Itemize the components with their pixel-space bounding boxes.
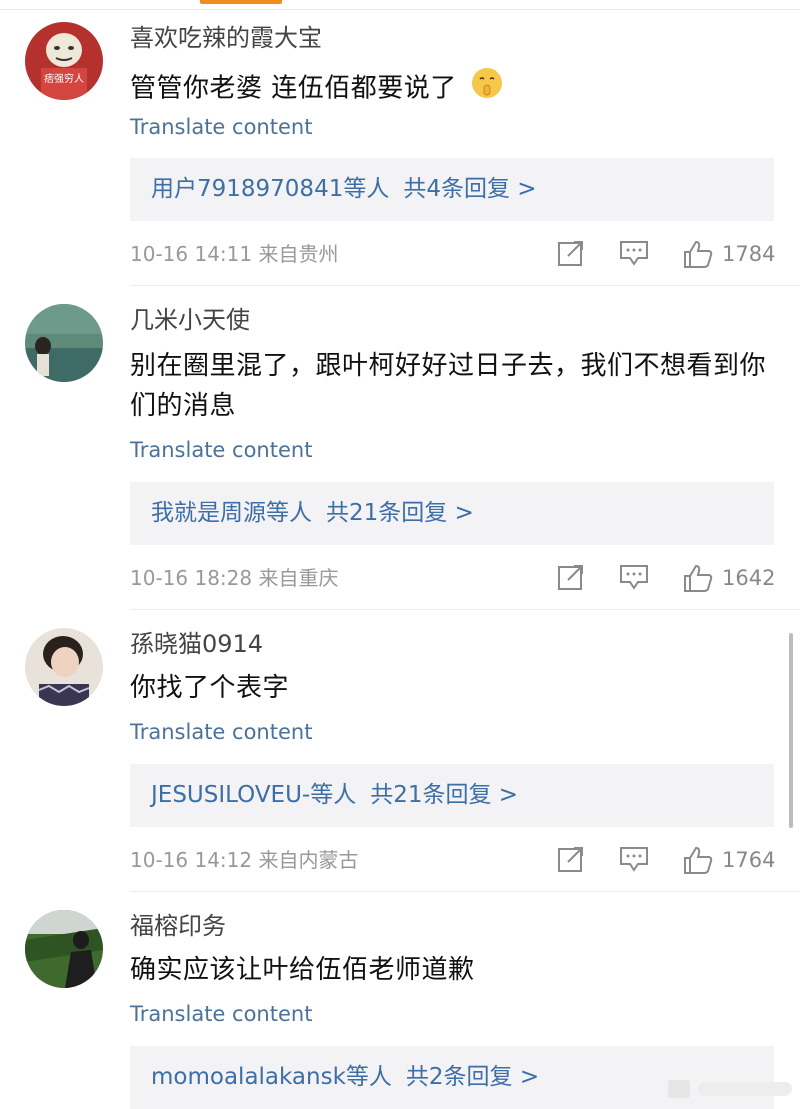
divider (0, 9, 800, 10)
comment-text: 你找了个表字 (130, 673, 290, 703)
comment-icon[interactable] (618, 844, 650, 878)
reply-user-link[interactable]: 用户7918970841 (151, 176, 343, 202)
comment-meta: 10-16 14:12 来自内蒙古 (130, 848, 359, 872)
like-count: 1764 (722, 848, 776, 872)
comment-item: 孫晓猫0914 你找了个表字 Translate content JESUSIL… (0, 628, 800, 892)
reply-count-link[interactable]: 共21条回复 > (326, 500, 474, 526)
like-count: 1642 (722, 566, 776, 590)
translate-link[interactable]: Translate content (130, 718, 312, 746)
share-icon[interactable] (556, 238, 586, 272)
translate-link[interactable]: Translate content (130, 113, 312, 141)
comment-actions: 1764 (556, 844, 776, 876)
reply-suffix: 等人 (266, 500, 312, 526)
avatar[interactable] (25, 910, 103, 988)
avatar-image (25, 910, 103, 988)
comment-actions: 1784 (556, 238, 776, 270)
scrollbar[interactable] (789, 633, 793, 828)
reply-count-link[interactable]: 共21条回复 > (370, 782, 518, 808)
top-tab-indicator-bar (0, 0, 800, 10)
avatar-image (25, 304, 103, 382)
avatar[interactable] (25, 628, 103, 706)
reply-count-link[interactable]: 共2条回复 > (406, 1064, 539, 1090)
avatar-image (25, 628, 103, 706)
share-icon[interactable] (556, 844, 586, 878)
shushing-face-emoji-icon (470, 66, 504, 112)
reply-user-link[interactable]: momoalalakansk (151, 1064, 346, 1090)
reply-suffix: 等人 (310, 782, 357, 808)
like-icon[interactable] (682, 844, 714, 880)
avatar[interactable] (25, 304, 103, 382)
avatar-image: 痞强穷人 (25, 22, 103, 100)
comment-item: 几米小天使 别在圈里混了，跟叶柯好好过日子去，我们不想看到你们的消息 Trans… (0, 304, 800, 610)
reply-summary[interactable]: JESUSILOVEU-等人 共21条回复 > (130, 764, 774, 827)
reply-summary[interactable]: 用户7918970841等人 共4条回复 > (130, 158, 774, 221)
comment-username[interactable]: 喜欢吃辣的霞大宝 (130, 22, 322, 54)
comment-text-body: 管管你老婆 连伍佰都要说了 (130, 73, 457, 104)
translate-link[interactable]: Translate content (130, 1000, 312, 1028)
share-icon[interactable] (556, 562, 586, 596)
like-icon[interactable] (682, 238, 714, 274)
comment-text: 确实应该让叶给伍佰老师道歉 (130, 955, 475, 985)
reply-user-link[interactable]: JESUSILOVEU- (151, 782, 310, 808)
reply-user-link[interactable]: 我就是周源 (151, 500, 266, 526)
divider (130, 609, 800, 610)
reply-count-link[interactable]: 共4条回复 > (403, 176, 536, 202)
comment-text: 别在圈里混了，跟叶柯好好过日子去，我们不想看到你们的消息 (130, 351, 767, 421)
comment-username[interactable]: 几米小天使 (130, 304, 250, 336)
comment-item: 痞强穷人 喜欢吃辣的霞大宝 管管你老婆 连伍佰都要说了 Translate co… (0, 22, 800, 286)
comment-icon[interactable] (618, 562, 650, 596)
divider (130, 285, 800, 286)
translate-link[interactable]: Translate content (130, 436, 312, 464)
watermark-logo (660, 1072, 800, 1104)
active-tab-indicator (200, 0, 282, 4)
reply-summary[interactable]: 我就是周源等人 共21条回复 > (130, 482, 774, 545)
avatar-text: 痞强穷人 (44, 72, 84, 85)
avatar[interactable]: 痞强穷人 (25, 22, 103, 100)
comment-username[interactable]: 福榕印务 (130, 910, 226, 942)
comment-actions: 1642 (556, 562, 776, 594)
like-count: 1784 (722, 242, 776, 266)
like-icon[interactable] (682, 562, 714, 598)
comment-meta: 10-16 14:11 来自贵州 (130, 242, 339, 266)
comment-meta: 10-16 18:28 来自重庆 (130, 566, 339, 590)
comment-icon[interactable] (618, 238, 650, 272)
reply-suffix: 等人 (343, 176, 390, 202)
reply-suffix: 等人 (345, 1064, 392, 1090)
comment-username[interactable]: 孫晓猫0914 (130, 628, 263, 660)
divider (130, 891, 800, 892)
comment-text: 管管你老婆 连伍佰都要说了 (130, 66, 780, 112)
